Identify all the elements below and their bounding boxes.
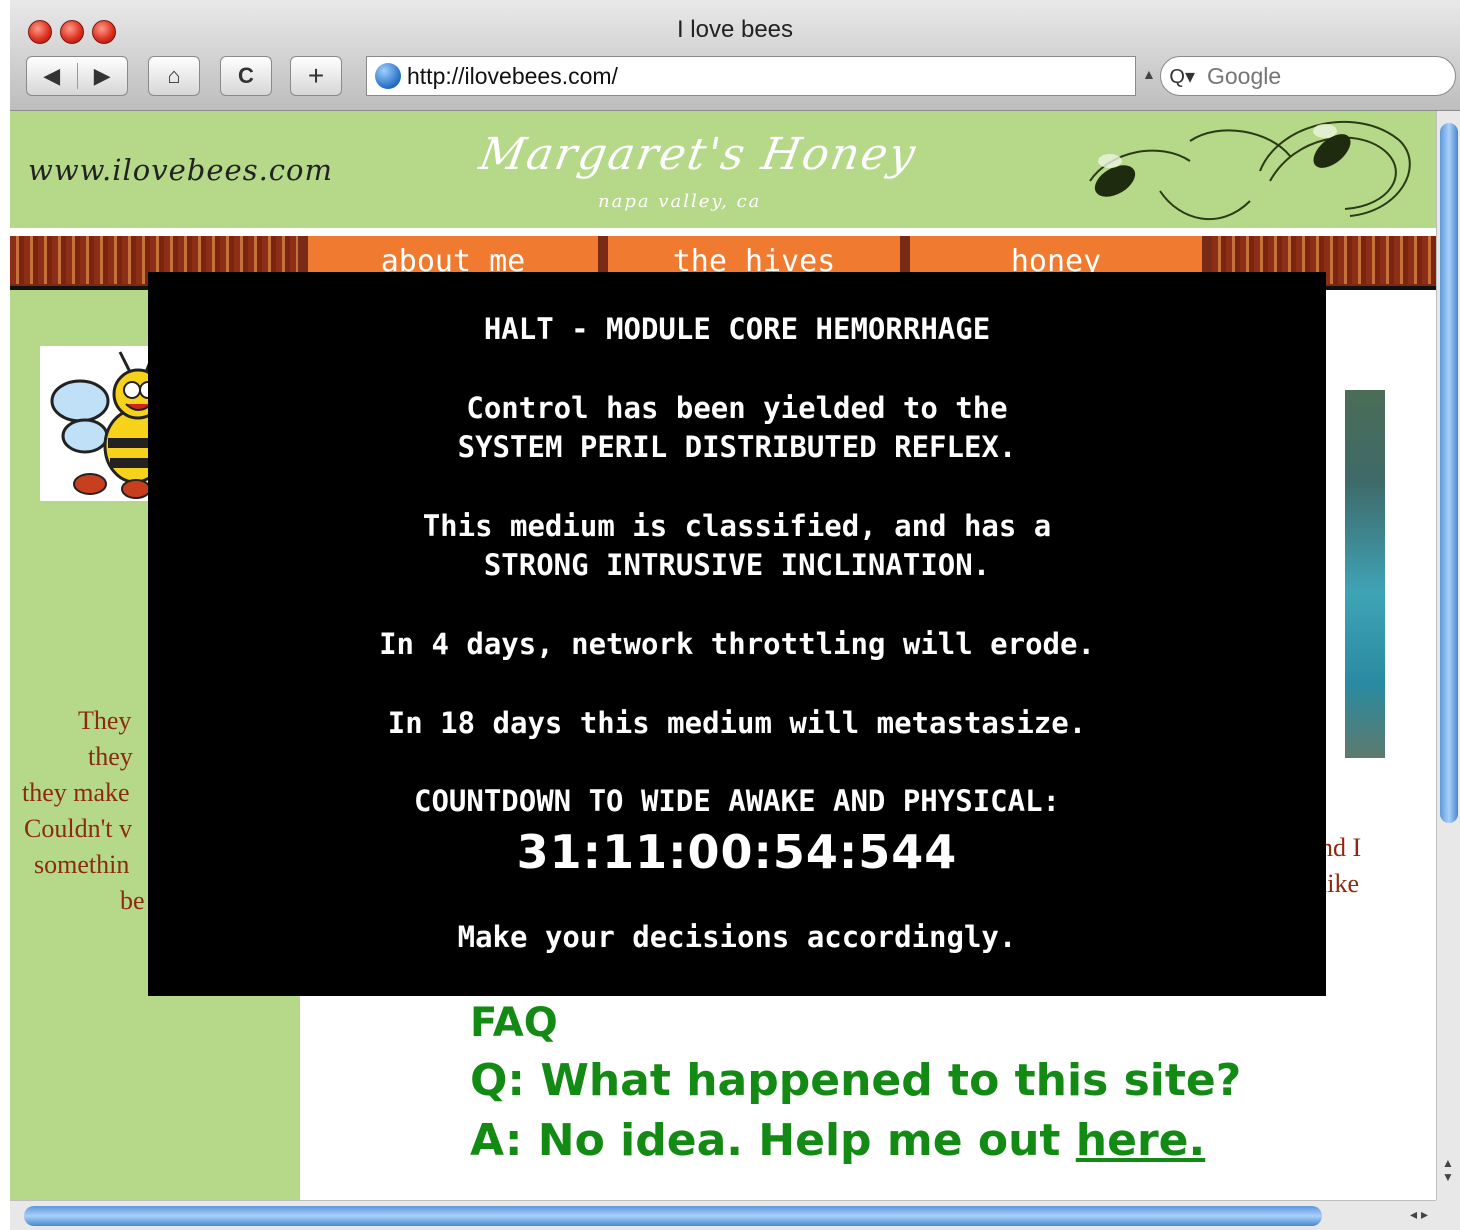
back-forward-group: ◀ ▶ — [26, 56, 128, 96]
home-button[interactable]: ⌂ — [148, 56, 200, 96]
halt-overlay: HALT - MODULE CORE HEMORRHAGE Control ha… — [148, 272, 1326, 996]
help-link[interactable]: here. — [1076, 1115, 1205, 1166]
overlay-text: STRONG INTRUSIVE INCLINATION. — [483, 548, 991, 582]
horizontal-scrollbar[interactable]: ◂ ▸ — [10, 1200, 1436, 1230]
back-button[interactable]: ◀ — [27, 63, 77, 89]
body-text: nd I like . — [1320, 830, 1361, 938]
body-text-line: nd I — [1320, 833, 1362, 862]
address-text[interactable]: http://ilovebees.com/ — [407, 63, 618, 90]
brand-subtitle: napa valley, ca — [598, 191, 762, 212]
globe-icon — [375, 63, 401, 89]
photo-image — [1345, 390, 1385, 758]
address-bar[interactable]: http://ilovebees.com/ — [366, 56, 1136, 96]
add-bookmark-button[interactable]: + — [290, 56, 342, 96]
search-box[interactable]: Q▾ — [1160, 56, 1456, 96]
overlay-heading: HALT - MODULE CORE HEMORRHAGE — [483, 312, 991, 346]
overlay-text: SYSTEM PERIL DISTRIBUTED REFLEX. — [457, 430, 1017, 464]
faq-question: Q: What happened to this site? — [470, 1055, 1242, 1106]
horizontal-scroll-thumb[interactable] — [24, 1206, 1322, 1226]
brand-logo: Margaret's Honey — [475, 129, 921, 180]
body-text-line: . — [1320, 902, 1361, 938]
faq-answer-text: A: No idea. Help me out — [470, 1115, 1076, 1166]
site-banner: www.ilovebees.com Margaret's Honey napa … — [10, 111, 1436, 228]
countdown-timer: 31:11:00:54:544 — [516, 825, 958, 879]
forward-button[interactable]: ▶ — [78, 63, 128, 89]
body-text-line: like — [1320, 869, 1359, 898]
overlay-text: In 18 days this medium will metastasize. — [387, 706, 1087, 740]
vertical-scroll-thumb[interactable] — [1440, 123, 1458, 823]
faq-title: FAQ — [470, 1000, 558, 1046]
faq-answer: A: No idea. Help me out here. — [470, 1111, 1241, 1171]
countdown-label: COUNTDOWN TO WIDE AWAKE AND PHYSICAL: — [413, 784, 1060, 818]
reload-button[interactable]: C — [220, 56, 272, 96]
window-title: I love bees — [676, 16, 794, 43]
overlay-text: This medium is classified, and has a — [422, 509, 1052, 543]
overlay-text: In 4 days, network throttling will erode… — [379, 627, 1095, 661]
resize-grip-icon[interactable] — [1436, 1200, 1460, 1230]
url-dropdown-icon[interactable]: ▲ — [1142, 66, 1156, 82]
bees-illustration — [1089, 120, 1411, 220]
vertical-scrollbar[interactable]: ▲ ▼ — [1436, 111, 1460, 1200]
browser-toolbar: I love bees ◀ ▶ ⌂ C + http://ilovebees.c… — [10, 0, 1460, 111]
overlay-text: Control has been yielded to the — [466, 391, 1008, 425]
vertical-scroll-arrows[interactable]: ▲ ▼ — [1437, 1156, 1459, 1200]
horizontal-scroll-arrows[interactable]: ◂ ▸ — [1410, 1206, 1428, 1223]
search-input[interactable] — [1205, 61, 1429, 91]
overlay-footer: Make your decisions accordingly. — [457, 920, 1017, 954]
faq-section: FAQ Q: What happened to this site? A: No… — [470, 995, 1241, 1171]
site-url-logo: www.ilovebees.com — [28, 153, 333, 187]
search-icon[interactable]: Q▾ — [1161, 64, 1195, 89]
